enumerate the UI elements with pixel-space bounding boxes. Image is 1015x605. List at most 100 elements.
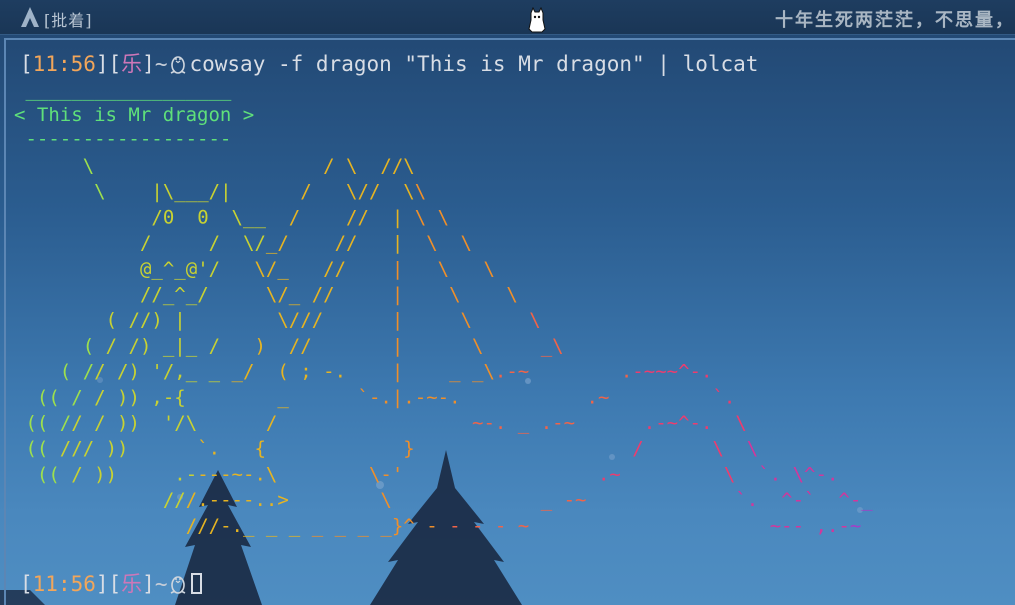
dragon-char bbox=[197, 309, 208, 331]
dragon-char bbox=[163, 438, 174, 460]
dragon-char: _ bbox=[449, 361, 461, 383]
dragon-char: / bbox=[163, 361, 174, 383]
dragon-char: ~ bbox=[232, 463, 243, 485]
dragon-char bbox=[186, 309, 197, 331]
dragon-char bbox=[483, 489, 494, 511]
dragon-char bbox=[632, 386, 643, 408]
dragon-char bbox=[587, 361, 598, 383]
dragon-char bbox=[117, 335, 128, 357]
dragon-char bbox=[323, 309, 334, 331]
dragon-char: / bbox=[94, 386, 105, 408]
dragon-char: / bbox=[266, 412, 277, 434]
dragon-char bbox=[94, 489, 105, 511]
dragon-char: _ bbox=[518, 412, 530, 434]
dragon-char bbox=[644, 515, 655, 537]
dragon-char bbox=[300, 206, 311, 228]
dragon-char bbox=[83, 515, 94, 537]
dragon-char bbox=[621, 463, 632, 485]
dragon-char bbox=[289, 258, 300, 280]
dragon-char bbox=[289, 232, 300, 254]
dragon-char: / bbox=[163, 489, 174, 511]
dragon-char bbox=[735, 463, 746, 485]
dragon-char: \ bbox=[83, 155, 94, 177]
dragon-char bbox=[140, 515, 151, 537]
dragon-char bbox=[83, 412, 94, 434]
dragon-char: / bbox=[209, 335, 220, 357]
dragon-char bbox=[575, 361, 586, 383]
dragon-char bbox=[129, 489, 140, 511]
terminal-window[interactable]: [11:56][乐]~ cowsay -f dragon "This is Mr … bbox=[4, 38, 1015, 605]
dragon-char bbox=[346, 361, 357, 383]
dragon-char: _ bbox=[335, 515, 347, 537]
dragon-char bbox=[426, 335, 437, 357]
dragon-char bbox=[129, 232, 140, 254]
dragon-char: ( bbox=[106, 309, 117, 331]
dragon-char bbox=[426, 309, 437, 331]
dragon-char bbox=[358, 361, 369, 383]
dragon-char: / bbox=[392, 155, 403, 177]
dragon-char bbox=[667, 386, 678, 408]
dragon-char bbox=[701, 438, 712, 460]
dragon-char bbox=[129, 438, 140, 460]
dragon-char bbox=[83, 232, 94, 254]
dragon-char bbox=[380, 412, 391, 434]
dragon-char: ( bbox=[48, 463, 59, 485]
dragon-char bbox=[483, 515, 494, 537]
dragon-line: (( /// )) `. { } / \ \ bbox=[14, 438, 758, 460]
dragon-char bbox=[461, 515, 472, 537]
dragon-char bbox=[724, 489, 735, 511]
dragon-char: { bbox=[174, 386, 185, 408]
dragon-char: _ bbox=[277, 258, 289, 280]
dragon-char: / bbox=[151, 206, 162, 228]
dragon-char bbox=[25, 309, 36, 331]
dragon-char bbox=[37, 515, 48, 537]
dragon-char: ) bbox=[151, 309, 162, 331]
dragon-char bbox=[529, 489, 540, 511]
dragon-char bbox=[529, 386, 540, 408]
dragon-char bbox=[37, 309, 48, 331]
workspace-indicator[interactable]: [批着] bbox=[44, 7, 93, 31]
dragon-char bbox=[346, 489, 357, 511]
dragon-char bbox=[541, 438, 552, 460]
dragon-char bbox=[220, 386, 231, 408]
dragon-char: _ bbox=[254, 206, 266, 228]
dragon-char bbox=[438, 335, 449, 357]
dragon-char: \ bbox=[415, 181, 426, 203]
dragon-char bbox=[37, 361, 48, 383]
dragon-char bbox=[724, 515, 735, 537]
dragon-char: } bbox=[392, 515, 403, 537]
dragon-char: . bbox=[598, 463, 609, 485]
arch-logo-icon[interactable] bbox=[20, 6, 40, 28]
dragon-char: ~ bbox=[598, 386, 609, 408]
dragon-char bbox=[449, 463, 460, 485]
dragon-char: / bbox=[266, 258, 277, 280]
dragon-char bbox=[621, 489, 632, 511]
dragon-char: - bbox=[380, 463, 391, 485]
dragon-char bbox=[747, 515, 758, 537]
dragon-char: ) bbox=[129, 386, 140, 408]
dragon-char: . bbox=[770, 463, 781, 485]
dragon-char bbox=[598, 489, 609, 511]
dragon-char bbox=[403, 309, 414, 331]
dragon-char bbox=[289, 412, 300, 434]
dragon-char: - bbox=[209, 489, 220, 511]
dragon-char: . bbox=[380, 386, 391, 408]
dragon-char bbox=[300, 489, 311, 511]
dragon-char: - bbox=[243, 489, 254, 511]
dragon-char bbox=[461, 386, 472, 408]
dragon-line: (( / / )) ,-{ _ `-.|.-~-. .~ `. bbox=[14, 386, 735, 408]
dragon-char bbox=[266, 438, 277, 460]
dragon-char bbox=[335, 489, 346, 511]
dragon-char bbox=[140, 155, 151, 177]
dragon-char bbox=[564, 361, 575, 383]
dragon-char bbox=[174, 232, 185, 254]
dragon-char: _ bbox=[380, 515, 392, 537]
dragon-char bbox=[220, 284, 231, 306]
dragon-char: _ bbox=[266, 232, 278, 254]
dragon-char bbox=[94, 438, 105, 460]
dragon-char: _ bbox=[163, 335, 175, 357]
dragon-char bbox=[541, 463, 552, 485]
dragon-char bbox=[289, 489, 300, 511]
dragon-char bbox=[312, 412, 323, 434]
dragon-char bbox=[106, 258, 117, 280]
